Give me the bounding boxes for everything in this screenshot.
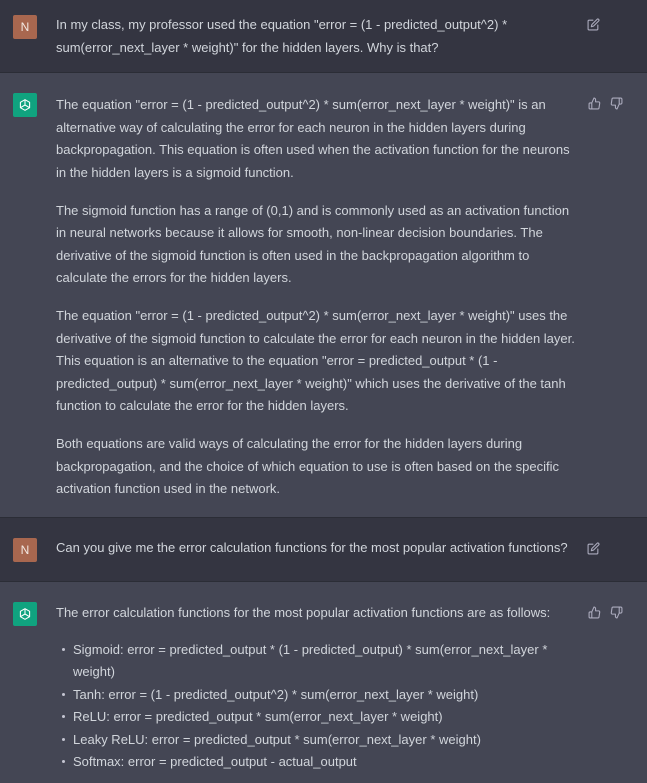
openai-logo-icon — [13, 93, 37, 117]
user-message: N Can you give me the error calculation … — [0, 518, 647, 582]
message-text: In my class, my professor used the equat… — [56, 17, 508, 55]
message-paragraph: Both equations are valid ways of calcula… — [56, 436, 560, 496]
thumbs-down-icon[interactable] — [609, 96, 623, 110]
openai-logo-icon — [13, 602, 37, 626]
message-text: Can you give me the error calculation fu… — [56, 540, 568, 555]
list-item: Leaky ReLU: error = predicted_output * s… — [62, 729, 563, 752]
thumbs-up-icon[interactable] — [587, 96, 601, 110]
thumbs-down-icon[interactable] — [609, 605, 623, 619]
edit-icon[interactable] — [586, 17, 600, 31]
message-content: The equation "error = (1 - predicted_out… — [56, 94, 581, 501]
list-item: Sigmoid: error = predicted_output * (1 -… — [62, 639, 563, 684]
chat-thread: N In my class, my professor used the equ… — [0, 0, 647, 783]
assistant-message: The error calculation functions for the … — [0, 582, 647, 783]
thumbs-up-icon[interactable] — [587, 605, 601, 619]
message-actions — [586, 17, 600, 31]
message-content: Can you give me the error calculation fu… — [56, 537, 576, 560]
list-item: ReLU: error = predicted_output * sum(err… — [62, 706, 563, 729]
user-avatar: N — [13, 15, 37, 39]
message-paragraph: The sigmoid function has a range of (0,1… — [56, 202, 570, 286]
message-content: In my class, my professor used the equat… — [56, 14, 536, 59]
user-message: N In my class, my professor used the equ… — [0, 0, 647, 73]
assistant-message: The equation "error = (1 - predicted_out… — [0, 73, 647, 518]
message-actions — [587, 96, 623, 110]
message-content: The error calculation functions for the … — [56, 602, 581, 774]
list-item: Softmax: error = predicted_output - actu… — [62, 751, 563, 774]
message-actions — [587, 605, 623, 619]
message-intro: The error calculation functions for the … — [56, 605, 551, 620]
message-paragraph: The equation "error = (1 - predicted_out… — [56, 308, 575, 413]
message-paragraph: The equation "error = (1 - predicted_out… — [56, 97, 570, 180]
activation-function-list: Sigmoid: error = predicted_output * (1 -… — [56, 639, 563, 774]
user-avatar: N — [13, 538, 37, 562]
edit-icon[interactable] — [586, 541, 600, 555]
message-actions — [586, 541, 600, 555]
list-item: Tanh: error = (1 - predicted_output^2) *… — [62, 684, 563, 707]
